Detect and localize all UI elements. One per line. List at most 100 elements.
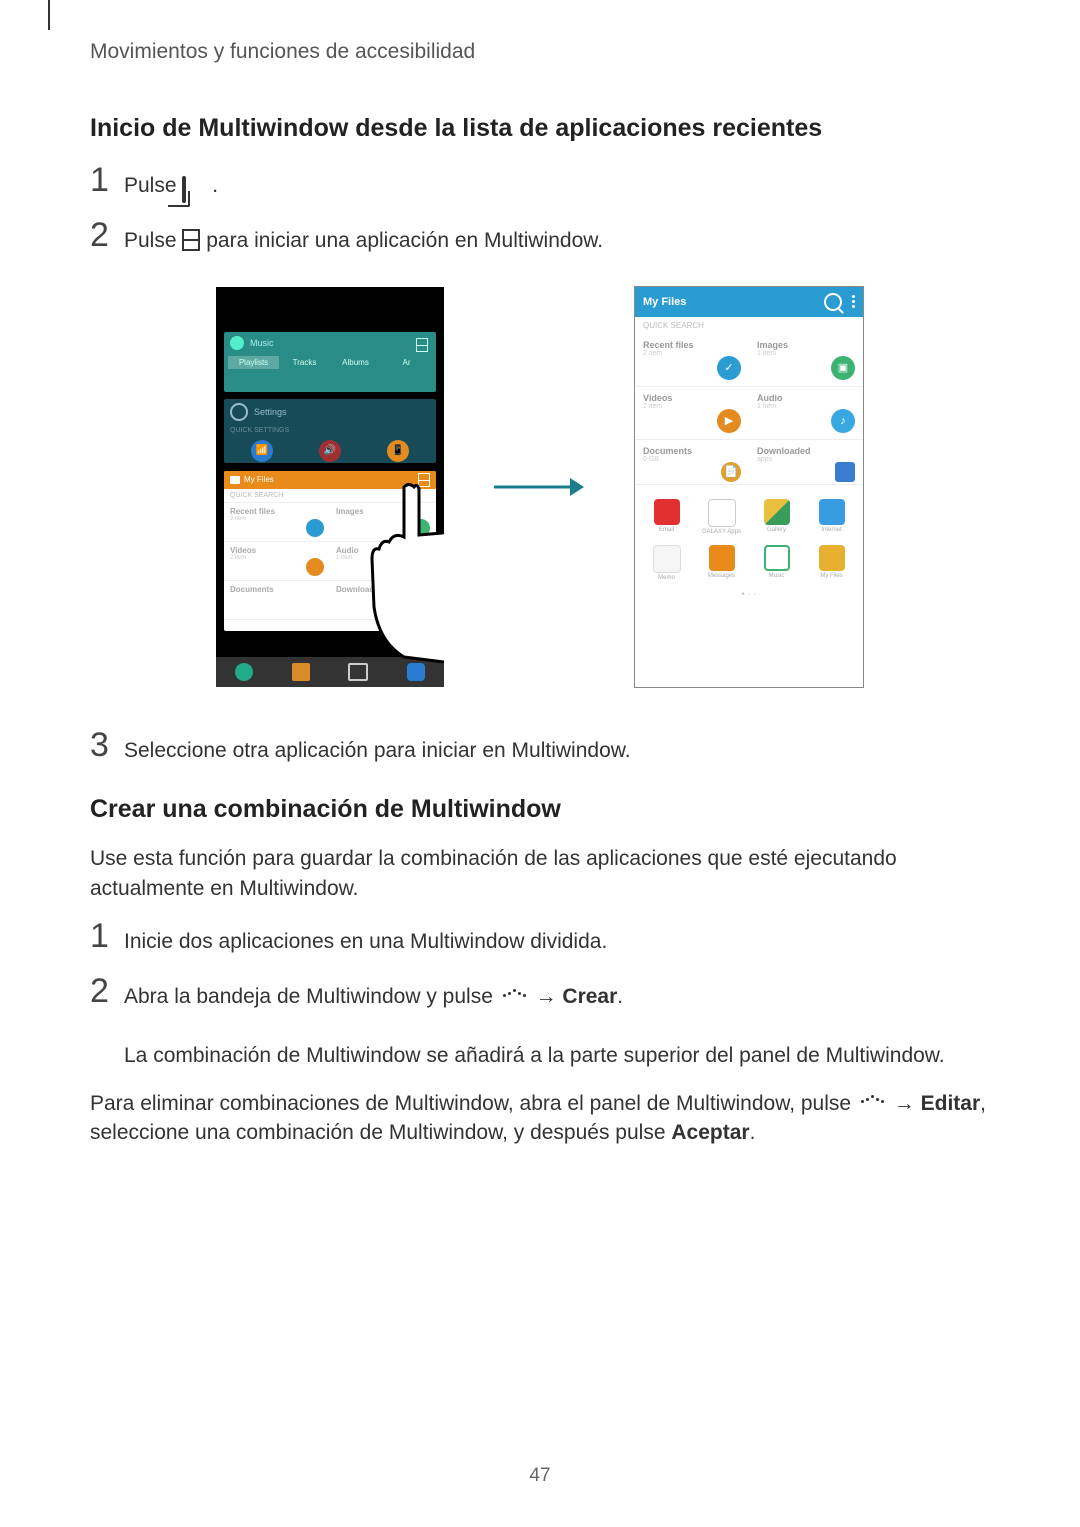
section2-intro: Use esta función para guardar la combina… — [90, 844, 990, 903]
memo-label: Memo — [658, 575, 675, 581]
outro-editar: Editar — [921, 1092, 981, 1115]
s2-step1-text: Inicie dos aplicaciones en una Multiwind… — [124, 919, 607, 956]
email-icon — [654, 499, 680, 525]
internet-label: Internet — [821, 527, 841, 533]
phone-right: My Files QUICK SEARCH Recent files2 item… — [634, 286, 864, 688]
messages-label: Messages — [708, 573, 735, 579]
page-dots: • · · — [635, 585, 863, 604]
rp-images: Images — [757, 340, 855, 350]
lf-videos: Videos — [230, 546, 324, 555]
music-tab4: Ar — [381, 356, 432, 369]
rp-dl: Downloaded — [757, 446, 855, 456]
music-tab3: Albums — [330, 356, 381, 369]
more-icon — [852, 295, 855, 308]
wifi-icon: 📶 — [251, 440, 273, 462]
rp-videos: Videos — [643, 393, 741, 403]
recent-icon — [306, 519, 324, 537]
folder-icon — [230, 476, 240, 484]
recent-card-settings: Settings QUICK SETTINGS 📶 🔊 📱 — [224, 399, 436, 463]
outro-aceptar: Aceptar — [671, 1121, 749, 1144]
recent-apps-icon — [182, 175, 206, 193]
s2s2-crear: Crear — [562, 985, 617, 1008]
files-title-left: My Files — [244, 475, 274, 484]
s2-step2: 2 Abra la bandeja de Multiwindow y pulse… — [90, 974, 990, 1070]
rp-quick: QUICK SEARCH — [635, 317, 863, 334]
figure-row: Music Playlists Tracks Albums Ar Setting… — [90, 286, 990, 688]
sound-icon: 🔊 — [319, 440, 341, 462]
page-number: 47 — [529, 1465, 550, 1487]
step2-pre: Pulse — [124, 229, 182, 252]
rotate-icon: 📱 — [387, 440, 409, 462]
s2s2-arrow: → — [536, 985, 563, 1008]
step3-num: 3 — [90, 728, 124, 762]
music-app-icon — [764, 545, 790, 571]
step2: 2 Pulse para iniciar una aplicación en M… — [90, 218, 990, 255]
step2-post: para iniciar una aplicación en Multiwind… — [206, 229, 603, 252]
s2s2-line2: La combinación de Multiwindow se añadirá… — [124, 1044, 945, 1067]
step1: 1 Pulse . — [90, 163, 990, 200]
phone-left: Music Playlists Tracks Albums Ar Setting… — [216, 287, 444, 687]
rp-audio-icon: ♪ — [831, 409, 855, 433]
page-border-mark — [48, 0, 50, 30]
music-tab1: Playlists — [228, 356, 279, 369]
arrow-right-icon — [494, 477, 584, 497]
s2-step1-num: 1 — [90, 919, 124, 953]
section1-title: Inicio de Multiwindow desde la lista de … — [90, 114, 990, 143]
section2-outro: Para eliminar combinaciones de Multiwind… — [90, 1089, 990, 1148]
lf-docs: Documents — [230, 585, 324, 594]
handle-dots-icon — [503, 994, 526, 997]
music-label: Music — [250, 338, 274, 348]
s2-step1: 1 Inicie dos aplicaciones en una Multiwi… — [90, 919, 990, 956]
rp-recent-icon: ✓ — [717, 356, 741, 380]
outro-arrow: → — [894, 1092, 921, 1115]
s2-step2-num: 2 — [90, 974, 124, 1008]
rp-recent: Recent files — [643, 340, 741, 350]
messages-icon — [709, 545, 735, 571]
step1-num: 1 — [90, 163, 124, 197]
rp-audio: Audio — [757, 393, 855, 403]
gallery-label: Gallery — [767, 527, 786, 533]
email-label: Email — [659, 527, 674, 533]
settings-label: Settings — [254, 407, 287, 417]
step1-post: . — [212, 174, 218, 197]
gallery-icon — [764, 499, 790, 525]
s2s2-pre: Abra la bandeja de Multiwindow y pulse — [124, 985, 499, 1008]
myfiles-label: My Files — [820, 573, 842, 579]
rp-title: My Files — [643, 296, 686, 308]
music-tab2: Tracks — [279, 356, 330, 369]
step2-num: 2 — [90, 218, 124, 252]
outro-post: . — [750, 1121, 756, 1144]
s2s2-post: . — [617, 985, 623, 1008]
rp-images-icon: ▣ — [831, 356, 855, 380]
rp-header: My Files — [635, 287, 863, 317]
s2-step2-text: Abra la bandeja de Multiwindow y pulse →… — [124, 974, 945, 1070]
bb-icon1 — [235, 663, 253, 681]
internet-icon — [819, 499, 845, 525]
running-header: Movimientos y funciones de accesibilidad — [90, 40, 990, 64]
rp-dl-icon — [835, 462, 855, 482]
outro-pre: Para eliminar combinaciones de Multiwind… — [90, 1092, 857, 1115]
videos-icon — [306, 558, 324, 576]
quick-settings-label: QUICK SETTINGS — [224, 425, 436, 436]
hand-pointer-icon — [364, 477, 444, 677]
recent-card-music: Music Playlists Tracks Albums Ar — [224, 332, 436, 392]
myfiles-icon — [819, 545, 845, 571]
split-icon-small — [416, 338, 428, 352]
step1-text: Pulse . — [124, 163, 218, 200]
rp-videos-icon: ▶ — [717, 409, 741, 433]
step3-text: Seleccione otra aplicación para iniciar … — [124, 728, 631, 765]
gear-icon — [230, 403, 248, 421]
memo-icon — [653, 545, 681, 573]
galaxy-label: GALAXY Apps — [702, 529, 741, 535]
handle-dots-icon-2 — [861, 1100, 884, 1103]
music-icon — [230, 336, 244, 350]
rp-docs-icon: 📄 — [721, 462, 741, 482]
search-icon — [824, 293, 842, 311]
galaxy-icon — [708, 499, 736, 527]
music-app-label: Music — [769, 573, 785, 579]
step2-text: Pulse para iniciar una aplicación en Mul… — [124, 218, 603, 255]
step3: 3 Seleccione otra aplicación para inicia… — [90, 728, 990, 765]
bb-icon2 — [292, 663, 310, 681]
lf-recent: Recent files — [230, 507, 324, 516]
rp-docs: Documents — [643, 446, 741, 456]
